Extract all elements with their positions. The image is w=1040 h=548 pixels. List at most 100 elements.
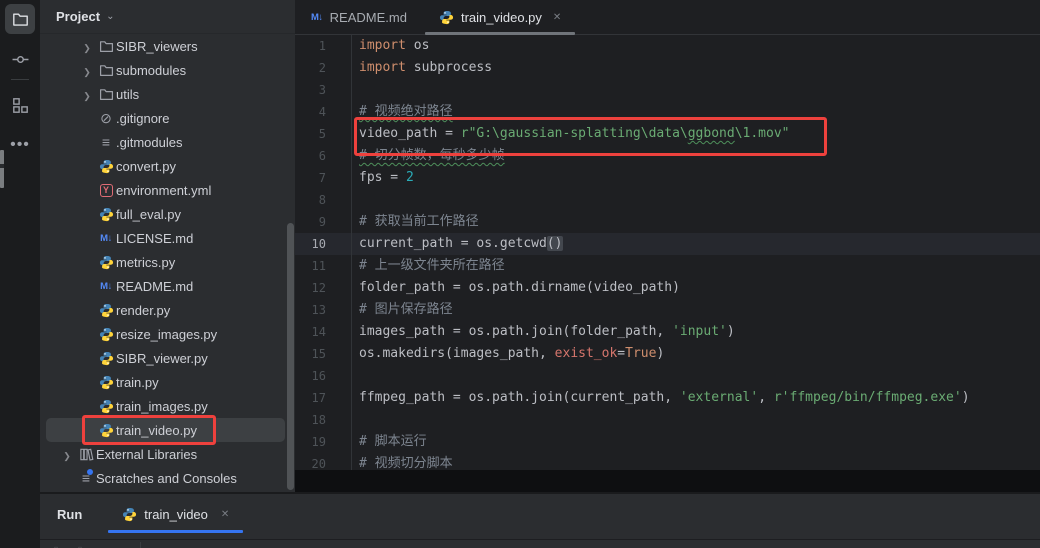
commit-tool-button[interactable] (5, 44, 35, 74)
code-line-14[interactable]: 14images_path = os.path.join(folder_path… (295, 321, 1040, 343)
tree-item-label: SIBR_viewers (116, 39, 198, 54)
tree-item-label: render.py (116, 303, 170, 318)
markdown-icon: M↓ (311, 12, 323, 23)
screen-edge-artifact (0, 150, 4, 188)
code-line-7[interactable]: 7fps = 2 (295, 167, 1040, 189)
code-line-3[interactable]: 3 (295, 79, 1040, 101)
python-icon (122, 507, 137, 522)
run-tool-window: Run train_video✕ ▫ ▫ (40, 492, 1040, 548)
code-line-12[interactable]: 12folder_path = os.path.dirname(video_pa… (295, 277, 1040, 299)
code-line-17[interactable]: 17ffmpeg_path = os.path.join(current_pat… (295, 387, 1040, 409)
tree-item-metrics.py[interactable]: metrics.py (40, 250, 295, 274)
code-line-20[interactable]: 20# 视频切分脚本 (295, 453, 1040, 470)
project-panel-title: Project (56, 9, 100, 24)
python-icon (99, 207, 114, 222)
tree-item-External Libraries[interactable]: ❯External Libraries (40, 442, 295, 466)
code-line-13[interactable]: 13# 图片保存路径 (295, 299, 1040, 321)
code-text: current_path = os.getcwd() (352, 233, 563, 255)
code-text: # 获取当前工作路径 (352, 211, 479, 233)
tree-item-train_video.py[interactable]: train_video.py (46, 418, 285, 442)
chevron-right-icon[interactable]: ❯ (58, 447, 76, 462)
project-tree-scrollbar[interactable] (287, 223, 294, 490)
tree-item-environment.yml[interactable]: Yenvironment.yml (40, 178, 295, 202)
tree-item-submodules[interactable]: ❯submodules (40, 58, 295, 82)
line-number: 18 (295, 409, 352, 431)
tree-item-resize_images.py[interactable]: resize_images.py (40, 322, 295, 346)
code-text: ffmpeg_path = os.path.join(current_path,… (352, 387, 970, 409)
folder-icon (12, 11, 29, 28)
project-tool-button[interactable] (5, 4, 35, 34)
chevron-right-icon[interactable]: ❯ (78, 87, 96, 102)
code-line-11[interactable]: 11# 上一级文件夹所在路径 (295, 255, 1040, 277)
tree-item-train_images.py[interactable]: train_images.py (40, 394, 295, 418)
line-number: 8 (295, 189, 352, 211)
tree-item-SIBR_viewers[interactable]: ❯ SIBR_viewers (40, 34, 295, 58)
code-area[interactable]: 1import os2import subprocess34# 视频绝对路径5v… (295, 35, 1040, 470)
console-partial-icon: ▫ (54, 543, 58, 548)
code-line-10[interactable]: 10current_path = os.getcwd() (295, 233, 1040, 255)
tree-item-label: convert.py (116, 159, 176, 174)
code-line-4[interactable]: 4# 视频绝对路径 (295, 101, 1040, 123)
close-icon[interactable]: ✕ (553, 12, 561, 23)
tree-item-label: Scratches and Consoles (96, 471, 237, 486)
tree-item-render.py[interactable]: render.py (40, 298, 295, 322)
tab-label: train_video.py (461, 10, 542, 25)
code-text: # 视频切分脚本 (352, 453, 453, 470)
tree-item-label: LICENSE.md (116, 231, 193, 246)
code-text: video_path = r"G:\gaussian-splatting\dat… (352, 123, 790, 145)
run-tab-label: train_video (144, 507, 208, 522)
tree-item-README.md[interactable]: M↓README.md (40, 274, 295, 298)
code-line-5[interactable]: 5video_path = r"G:\gaussian-splatting\da… (295, 123, 1040, 145)
chevron-right-icon[interactable]: ❯ (78, 39, 96, 54)
run-tab-train_video[interactable]: train_video ✕ (108, 494, 243, 535)
code-text (352, 189, 359, 211)
line-number: 10 (295, 233, 352, 255)
tree-item-label: environment.yml (116, 183, 211, 198)
editor-bottom-band (295, 470, 1040, 494)
tree-item-label: train_images.py (116, 399, 208, 414)
editor-tab-train_video.py[interactable]: train_video.py ✕ (423, 0, 577, 35)
code-line-1[interactable]: 1import os (295, 35, 1040, 57)
tree-item-label: metrics.py (116, 255, 175, 270)
markdown-icon: M↓ (100, 281, 112, 292)
code-line-18[interactable]: 18 (295, 409, 1040, 431)
line-number: 16 (295, 365, 352, 387)
code-line-16[interactable]: 16 (295, 365, 1040, 387)
code-line-2[interactable]: 2import subprocess (295, 57, 1040, 79)
tree-item-train.py[interactable]: train.py (40, 370, 295, 394)
tree-item-.gitmodules[interactable]: ≡.gitmodules (40, 130, 295, 154)
line-number: 4 (295, 101, 352, 123)
code-text: # 切分帧数，每秒多少帧 (352, 145, 505, 167)
editor-tab-bar: M↓README.md train_video.py ✕ (295, 0, 1040, 35)
python-icon (99, 255, 114, 270)
folder-icon (99, 39, 114, 54)
tree-item-SIBR_viewer.py[interactable]: SIBR_viewer.py (40, 346, 295, 370)
project-panel-header[interactable]: Project ⌄ (40, 0, 295, 34)
code-line-15[interactable]: 15os.makedirs(images_path, exist_ok=True… (295, 343, 1040, 365)
text-file-icon: ≡ (102, 135, 110, 149)
code-text: import os (352, 35, 429, 57)
code-line-19[interactable]: 19# 脚本运行 (295, 431, 1040, 453)
editor-tab-README.md[interactable]: M↓README.md (295, 0, 423, 35)
tree-item-convert.py[interactable]: convert.py (40, 154, 295, 178)
tree-item-.gitignore[interactable]: ⊘.gitignore (40, 106, 295, 130)
close-icon[interactable]: ✕ (221, 509, 229, 520)
python-icon (99, 423, 114, 438)
code-text (352, 409, 359, 431)
line-number: 19 (295, 431, 352, 453)
tree-item-LICENSE.md[interactable]: M↓LICENSE.md (40, 226, 295, 250)
structure-tool-button[interactable] (5, 90, 35, 120)
python-icon (99, 375, 114, 390)
tree-item-full_eval.py[interactable]: full_eval.py (40, 202, 295, 226)
code-line-6[interactable]: 6# 切分帧数，每秒多少帧 (295, 145, 1040, 167)
tree-item-Scratches and Consoles[interactable]: ≡Scratches and Consoles (40, 466, 295, 490)
chevron-right-icon[interactable]: ❯ (78, 63, 96, 78)
code-line-8[interactable]: 8 (295, 189, 1040, 211)
line-number: 17 (295, 387, 352, 409)
folder-icon (99, 87, 114, 102)
tree-item-utils[interactable]: ❯utils (40, 82, 295, 106)
python-icon (99, 351, 114, 366)
line-number: 20 (295, 453, 352, 470)
code-line-9[interactable]: 9# 获取当前工作路径 (295, 211, 1040, 233)
more-tools-button[interactable]: ••• (5, 130, 35, 160)
